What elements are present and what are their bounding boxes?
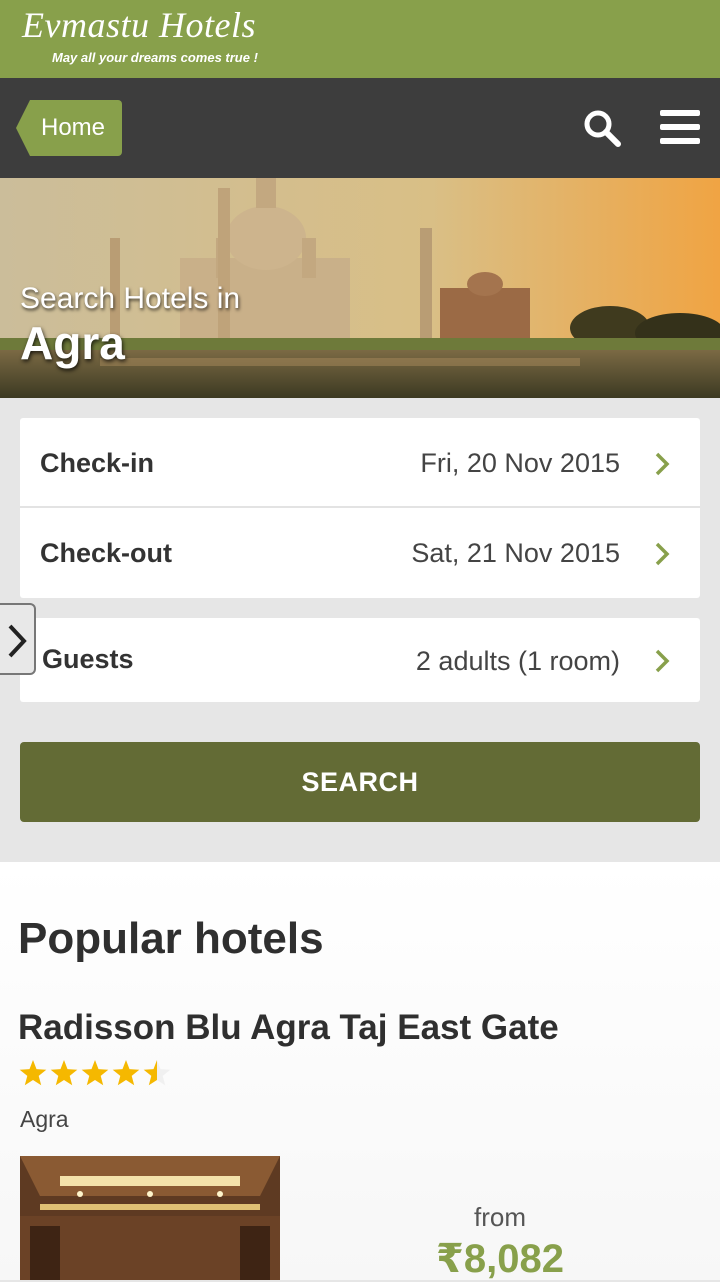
hero-subtitle: Search Hotels in [20,282,241,315]
checkout-label: Check-out [40,538,173,568]
star-icon [143,1060,171,1086]
brand-tagline: May all your dreams comes true ! [52,50,258,65]
guests-row[interactable]: Guests 2 adults (1 room) [20,618,700,702]
star-icon [112,1060,140,1086]
guests-label: Guests [42,644,134,674]
hotel-location: Agra [20,1106,69,1132]
hero-banner: Search Hotels in Agra [0,178,720,398]
popular-hotels-section: Popular hotels Radisson Blu Agra Taj Eas… [0,862,720,1281]
menu-icon[interactable] [660,110,700,146]
brand-header: Evmastu Hotels May all your dreams comes… [0,0,720,78]
hero-city: Agra [20,317,125,369]
popular-heading: Popular hotels [18,914,324,963]
side-drawer-handle[interactable] [0,603,36,675]
chevron-right-icon [655,649,670,673]
chevron-right-icon [8,624,27,658]
star-rating [19,1060,171,1086]
search-icon[interactable] [582,108,622,148]
hotel-photo[interactable] [20,1156,280,1280]
chevron-right-icon [655,452,670,476]
star-icon [19,1060,47,1086]
checkout-value: Sat, 21 Nov 2015 [411,538,620,568]
guests-card: Guests 2 adults (1 room) [20,618,700,702]
checkin-row[interactable]: Check-in Fri, 20 Nov 2015 [20,418,700,508]
nav-bar: Home [0,78,720,178]
home-button[interactable]: Home [16,100,122,156]
dates-card: Check-in Fri, 20 Nov 2015 Check-out Sat,… [20,418,700,598]
hotel-price: ₹8,082 [436,1237,564,1281]
star-icon [50,1060,78,1086]
price-from-label: from [474,1202,526,1232]
guests-value: 2 adults (1 room) [415,646,620,676]
checkin-label: Check-in [40,448,155,478]
star-icon [81,1060,109,1086]
search-button[interactable]: SEARCH [20,742,700,822]
checkin-value: Fri, 20 Nov 2015 [420,448,620,478]
checkout-row[interactable]: Check-out Sat, 21 Nov 2015 [20,508,700,598]
hotel-name[interactable]: Radisson Blu Agra Taj East Gate [18,1008,559,1048]
brand-logo: Evmastu Hotels [22,5,256,45]
chevron-right-icon [655,542,670,566]
